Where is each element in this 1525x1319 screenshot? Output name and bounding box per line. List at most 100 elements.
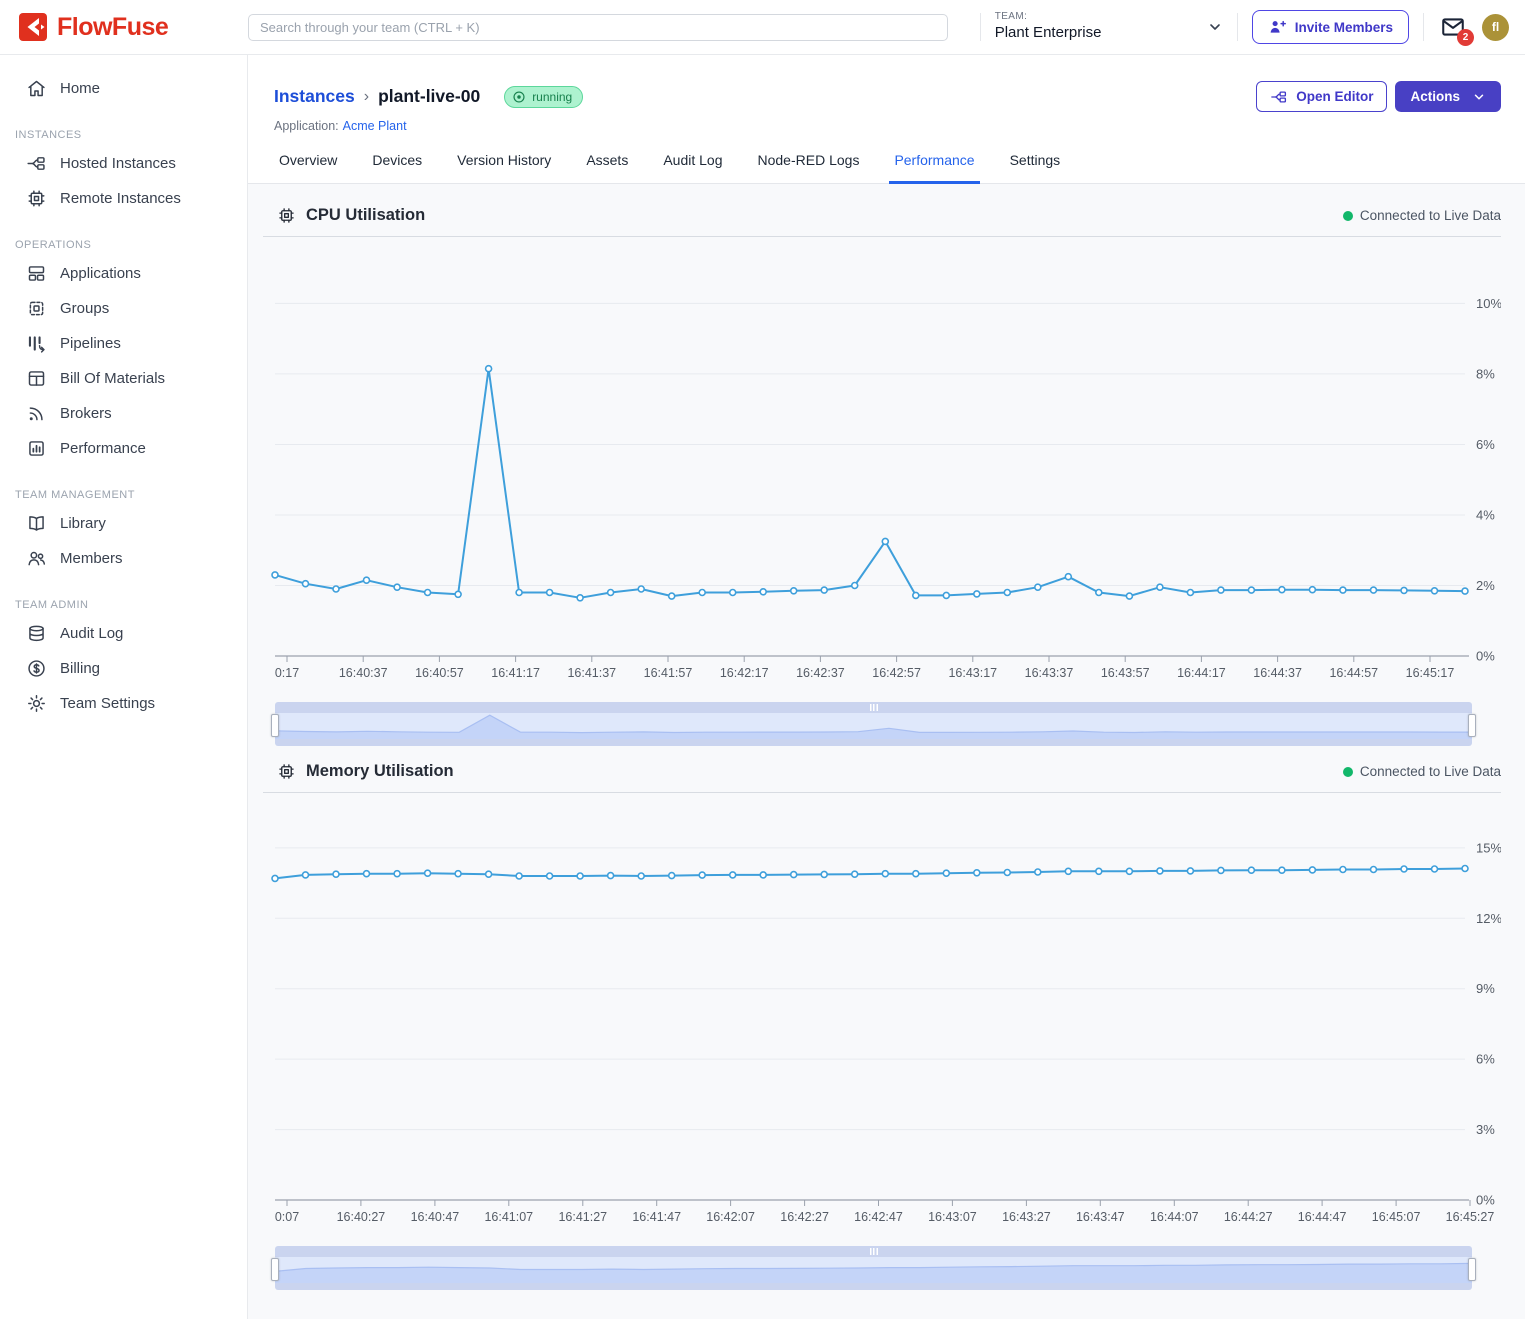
cpu-brush-handle-left[interactable] — [271, 714, 279, 737]
sidebar-item-applications[interactable]: Applications — [0, 256, 247, 291]
open-editor-button[interactable]: Open Editor — [1256, 81, 1387, 112]
tab-assets[interactable]: Assets — [581, 152, 633, 184]
sidebar-item-label: Pipelines — [60, 335, 121, 352]
cpu-chip-icon — [277, 206, 296, 225]
divider — [980, 13, 981, 41]
sidebar-item-hosted-instances[interactable]: Hosted Instances — [0, 146, 247, 181]
audit-icon — [26, 623, 47, 644]
svg-text:16:44:57: 16:44:57 — [1329, 666, 1378, 680]
tab-audit-log[interactable]: Audit Log — [658, 152, 727, 184]
application-label: Application: — [274, 119, 339, 133]
sidebar-item-label: Home — [60, 80, 100, 97]
memory-brush-handle-right[interactable] — [1468, 1258, 1476, 1281]
svg-text:16:40:57: 16:40:57 — [415, 666, 464, 680]
page-header: Instances › plant-live-00 running — [248, 55, 1525, 184]
sidebar-item-home[interactable]: Home — [0, 71, 247, 106]
cpu-brush-handle-right[interactable] — [1468, 714, 1476, 737]
bom-icon — [26, 368, 47, 389]
tab-version-history[interactable]: Version History — [452, 152, 556, 184]
members-icon — [26, 548, 47, 569]
svg-text:16:40:27: 16:40:27 — [337, 1210, 386, 1224]
sidebar-item-label: Bill Of Materials — [60, 370, 165, 387]
cpu-chart-body: 10%8%6%4%2%0%0:1716:40:3716:40:5716:41:1… — [263, 239, 1501, 689]
sidebar-item-brokers[interactable]: Brokers — [0, 396, 247, 431]
cpu-brush-drag-bar[interactable] — [275, 702, 1472, 713]
sidebar-item-label: Members — [60, 550, 123, 567]
top-bar: FlowFuse TEAM: Plant Enterprise Invite M… — [0, 0, 1525, 55]
memory-brush-drag-bar[interactable] — [275, 1246, 1472, 1257]
sidebar-item-groups[interactable]: Groups — [0, 291, 247, 326]
status-badge: running — [504, 86, 583, 108]
svg-text:16:42:37: 16:42:37 — [796, 666, 845, 680]
memory-brush-track[interactable] — [275, 1257, 1472, 1283]
tab-bar: Overview Devices Version History Assets Audi… — [274, 152, 1501, 183]
grip-icon — [870, 1248, 878, 1255]
svg-text:2%: 2% — [1476, 578, 1495, 593]
sidebar-item-performance[interactable]: Performance — [0, 431, 247, 466]
tab-devices[interactable]: Devices — [367, 152, 427, 184]
hosted-icon — [26, 153, 47, 174]
team-selector[interactable]: TEAM: Plant Enterprise — [995, 11, 1223, 42]
svg-text:6%: 6% — [1476, 1052, 1495, 1067]
sidebar-item-remote-instances[interactable]: Remote Instances — [0, 181, 247, 216]
memory-brush[interactable] — [275, 1246, 1472, 1290]
notifications-button[interactable]: 2 — [1438, 12, 1468, 42]
brand-logo[interactable]: FlowFuse — [18, 12, 248, 42]
svg-text:16:43:17: 16:43:17 — [948, 666, 997, 680]
memory-chart: 15%12%9%6%3%0%0:0716:40:2716:40:4716:41:… — [263, 795, 1501, 1233]
library-icon — [26, 513, 47, 534]
application-link[interactable]: Acme Plant — [343, 119, 407, 133]
grip-icon — [870, 704, 878, 711]
breadcrumb-instances-link[interactable]: Instances — [274, 86, 355, 107]
invite-members-label: Invite Members — [1295, 20, 1393, 35]
svg-text:8%: 8% — [1476, 366, 1495, 381]
svg-text:16:45:17: 16:45:17 — [1406, 666, 1455, 680]
breadcrumb: Instances › plant-live-00 — [274, 86, 480, 107]
sidebar-item-library[interactable]: Library — [0, 506, 247, 541]
invite-members-button[interactable]: Invite Members — [1252, 10, 1409, 44]
sidebar-item-members[interactable]: Members — [0, 541, 247, 576]
svg-text:16:41:27: 16:41:27 — [558, 1210, 607, 1224]
svg-text:16:45:07: 16:45:07 — [1372, 1210, 1421, 1224]
tab-performance[interactable]: Performance — [889, 152, 979, 184]
svg-text:16:43:07: 16:43:07 — [928, 1210, 977, 1224]
tab-node-red-logs[interactable]: Node-RED Logs — [753, 152, 865, 184]
sidebar-item-bill-of-materials[interactable]: Bill Of Materials — [0, 361, 247, 396]
sidebar-item-label: Library — [60, 515, 106, 532]
open-editor-label: Open Editor — [1296, 89, 1373, 104]
sidebar-item-billing[interactable]: Billing — [0, 651, 247, 686]
brokers-icon — [26, 403, 47, 424]
svg-text:16:43:47: 16:43:47 — [1076, 1210, 1125, 1224]
sidebar-item-label: Audit Log — [60, 625, 123, 642]
chip-icon — [277, 762, 296, 781]
tab-settings[interactable]: Settings — [1005, 152, 1066, 184]
team-name: Plant Enterprise — [995, 24, 1102, 43]
svg-text:16:43:27: 16:43:27 — [1002, 1210, 1051, 1224]
user-avatar[interactable]: fl — [1482, 14, 1509, 41]
search-input[interactable] — [248, 14, 948, 41]
cpu-live-status: Connected to Live Data — [1343, 208, 1501, 223]
sidebar-section-operations: OPERATIONS — [15, 239, 247, 251]
pipelines-icon — [26, 333, 47, 354]
live-status-label: Connected to Live Data — [1360, 764, 1501, 779]
memory-chart-body: 15%12%9%6%3%0%0:0716:40:2716:40:4716:41:… — [263, 795, 1501, 1233]
sidebar-item-team-settings[interactable]: Team Settings — [0, 686, 247, 721]
cpu-brush-track[interactable] — [275, 713, 1472, 739]
editor-icon — [1270, 88, 1288, 106]
settings-icon — [26, 693, 47, 714]
memory-brush-handle-left[interactable] — [271, 1258, 279, 1281]
tab-overview[interactable]: Overview — [274, 152, 342, 184]
sidebar-item-pipelines[interactable]: Pipelines — [0, 326, 247, 361]
user-plus-icon — [1268, 18, 1286, 36]
svg-text:16:41:57: 16:41:57 — [644, 666, 693, 680]
cpu-chart-header: CPU Utilisation Connected to Live Data — [263, 200, 1501, 237]
actions-button[interactable]: Actions — [1395, 81, 1501, 112]
svg-text:16:44:07: 16:44:07 — [1150, 1210, 1199, 1224]
cpu-brush[interactable] — [275, 702, 1472, 746]
sidebar-section-team-admin: TEAM ADMIN — [15, 599, 247, 611]
memory-live-status: Connected to Live Data — [1343, 764, 1501, 779]
groups-icon — [26, 298, 47, 319]
svg-text:16:44:27: 16:44:27 — [1224, 1210, 1273, 1224]
performance-icon — [26, 438, 47, 459]
sidebar-item-audit-log[interactable]: Audit Log — [0, 616, 247, 651]
